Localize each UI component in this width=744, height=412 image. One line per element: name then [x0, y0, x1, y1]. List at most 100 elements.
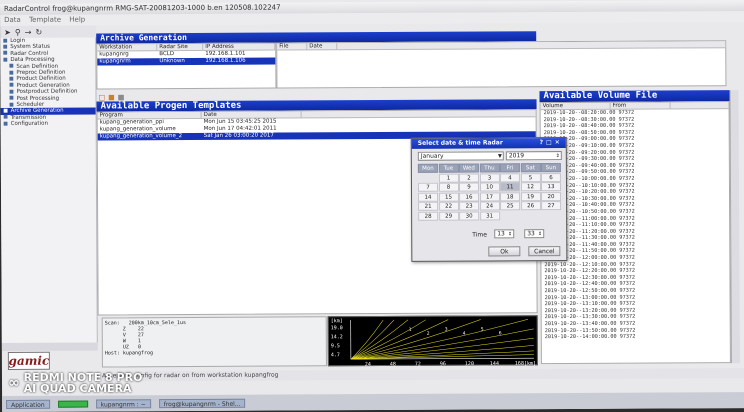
col-workstation[interactable]: Workstation: [97, 44, 158, 51]
calendar-day[interactable]: 27: [541, 201, 562, 211]
col-file[interactable]: File: [277, 43, 308, 50]
calendar-day[interactable]: 16: [459, 191, 480, 202]
save-icon[interactable]: ▦: [118, 93, 125, 101]
y-tick-label: 9.5: [331, 343, 340, 349]
preproc-icon: ■: [8, 69, 14, 76]
calendar-empty-cell: [418, 173, 438, 182]
table-cell: Sat Jan 26 03:00:20 2017: [203, 132, 274, 139]
ok-button[interactable]: Ok: [488, 246, 521, 257]
taskbar-shell[interactable]: frog@kupangnrm - Shel...: [158, 398, 246, 408]
calendar-day[interactable]: 3: [479, 172, 500, 182]
menu-help[interactable]: Help: [69, 16, 85, 24]
calendar-week-row: 123456: [418, 172, 562, 183]
calendar-day[interactable]: 22: [438, 201, 459, 211]
calendar-day[interactable]: 17: [479, 191, 500, 201]
calendar-grid: Mon Tue Wed Thu Fri Sat Sun 1 2 3 4 5 6 7 8 9 10 11 12 13 14…: [417, 163, 562, 221]
calendar-day[interactable]: 28: [418, 211, 439, 221]
calendar-day[interactable]: 5: [520, 172, 541, 182]
calendar-day[interactable]: 26: [520, 201, 541, 211]
year-value: 2019: [508, 152, 525, 160]
x-tick-label: 144: [490, 361, 499, 367]
calendar-day[interactable]: 29: [438, 211, 459, 221]
table-cell: Unknown: [159, 58, 185, 65]
folder-icon[interactable]: ■: [108, 93, 115, 101]
hour-spinner[interactable]: 13 ⇕: [494, 229, 515, 239]
table-row[interactable]: kupangnrm Unknown 192.168.1.106: [97, 57, 276, 66]
calendar-day[interactable]: 30: [459, 210, 480, 221]
calendar-day[interactable]: 25: [500, 201, 521, 211]
calendar-day[interactable]: 24: [479, 201, 500, 211]
back-arrow-icon[interactable]: ➤: [4, 27, 11, 36]
col-program[interactable]: Program: [97, 111, 202, 119]
month-select[interactable]: January ▼: [417, 151, 504, 161]
calendar-day[interactable]: 7: [417, 182, 439, 192]
calendar-day[interactable]: 8: [438, 182, 459, 192]
x-tick-label: 168[km]: [515, 361, 536, 367]
col-from[interactable]: From: [610, 102, 671, 109]
x-tick-label: 48: [390, 361, 396, 367]
taskbar-terminal[interactable]: kupangnrm : ~: [95, 398, 151, 409]
col-radar-site[interactable]: Radar Site: [157, 43, 204, 51]
calendar-day[interactable]: 13: [540, 182, 562, 192]
spinner-arrows-icon: ⇕: [538, 231, 543, 238]
volume-scrollbar[interactable]: [729, 90, 740, 364]
copy-icon[interactable]: □: [98, 93, 105, 101]
col-date[interactable]: Date: [307, 43, 338, 50]
table-cell: kupang_generation_volume_2: [99, 133, 183, 140]
gear-icon: ■: [3, 120, 9, 127]
file-header: File Date: [277, 41, 726, 51]
calendar-day[interactable]: 31: [479, 210, 500, 220]
calendar-day[interactable]: 12: [520, 182, 541, 192]
calendar-day[interactable]: 23: [459, 201, 480, 211]
calendar-day[interactable]: 19: [520, 191, 541, 201]
weekday-label: Sun: [540, 163, 561, 173]
y-unit-label: [km]: [331, 318, 343, 324]
x-tick-label: 72: [415, 361, 421, 367]
list-item[interactable]: 2019-10-20--14:00:00.00 97372: [542, 333, 730, 341]
taskbar-app-menu[interactable]: Application: [6, 399, 50, 409]
calendar-day[interactable]: 4: [499, 172, 520, 182]
globe-icon: ■: [2, 44, 8, 51]
col-volume[interactable]: Volume: [540, 102, 611, 110]
calendar-week-row: 21 22 23 24 25 26 27: [418, 201, 562, 211]
refresh-icon[interactable]: ↻: [35, 27, 42, 36]
calendar-day[interactable]: 1: [438, 173, 459, 183]
cancel-button[interactable]: Cancel: [528, 246, 561, 257]
menu-data[interactable]: Data: [4, 16, 21, 24]
calendar-day[interactable]: 20: [541, 191, 562, 201]
table-cell: kupangnrm: [99, 58, 131, 65]
calendar-day[interactable]: 21: [418, 201, 439, 211]
forward-arrow-icon[interactable]: →: [25, 27, 32, 36]
clock-icon: ■: [9, 101, 14, 108]
minute-spinner[interactable]: 33 ⇕: [524, 229, 545, 239]
volume-list: Volume From 2019-10-20--08:20:00.00 9737…: [539, 101, 731, 365]
sidebar-item[interactable]: ■ Configuration: [1, 121, 96, 128]
calendar-day[interactable]: 14: [418, 192, 439, 202]
chevron-down-icon: ▼: [497, 153, 502, 160]
search-icon[interactable]: ⚲: [15, 27, 21, 36]
calendar-day[interactable]: 2: [458, 172, 479, 183]
col-template-date[interactable]: Date: [201, 111, 302, 118]
year-spinner[interactable]: 2019 ⇕: [505, 151, 562, 161]
status-bar: Accepting config for radar on from works…: [97, 368, 744, 382]
calendar-week-row: 7 8 9 10 11 12 13: [417, 182, 562, 192]
calendar-day[interactable]: 18: [500, 191, 521, 201]
calendar-day[interactable]: 11: [499, 182, 521, 192]
scan-icon: ■: [8, 63, 14, 70]
menu-template[interactable]: Template: [29, 16, 61, 24]
close-icon[interactable]: ✕: [555, 139, 563, 146]
calendar-day[interactable]: 6: [540, 172, 561, 182]
taskbar-indicator: [57, 400, 88, 408]
scan-info: Scan: 200km_10cm_5ele_1us Z 22 V 27 W 1 …: [101, 316, 327, 368]
taskbar: Application kupangnrm : ~ frog@kupangnrm…: [2, 392, 744, 412]
col-ip-address[interactable]: IP Address: [203, 43, 276, 50]
sidebar-scrollbar[interactable]: [1, 342, 98, 351]
calendar-day[interactable]: 9: [458, 182, 480, 192]
elevation-beam: [350, 328, 534, 360]
network-icon: ■: [3, 114, 8, 121]
calendar-day[interactable]: 10: [479, 182, 500, 192]
minimize-icon[interactable]: □: [546, 139, 555, 146]
calendar-day[interactable]: 15: [438, 192, 459, 202]
sidebar-item-label: Configuration: [10, 120, 48, 128]
dialog-title-bar[interactable]: Select date & time Radar ?□✕: [411, 138, 566, 149]
